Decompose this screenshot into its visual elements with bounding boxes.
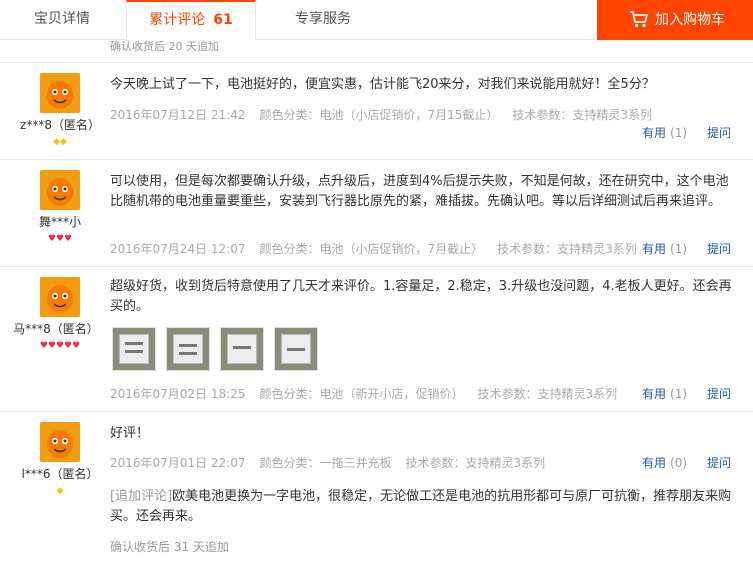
rank-badge: ◆ xyxy=(56,486,64,496)
avatar xyxy=(40,73,80,113)
avatar xyxy=(40,170,80,210)
photo-detail xyxy=(287,348,305,351)
tab-details[interactable]: 宝贝详情 xyxy=(0,0,124,40)
ask-button[interactable]: 提问 xyxy=(707,385,731,402)
username[interactable]: 马***8（匿名） xyxy=(6,320,106,337)
username[interactable]: l***6（匿名） xyxy=(10,465,110,482)
photo-content xyxy=(119,334,149,364)
tab-services-label: 专享服务 xyxy=(295,11,351,27)
review-tech: 技术参数：支持精灵3系列 xyxy=(405,456,546,470)
useful-label: 有用 xyxy=(642,456,667,470)
review-color: 颜色分类：电池（小店促销价，7月截止） xyxy=(259,242,484,256)
photo-detail xyxy=(233,346,251,349)
useful-count: (1) xyxy=(670,126,688,140)
ask-button[interactable]: 提问 xyxy=(707,124,731,141)
avatar xyxy=(40,422,80,462)
avatar-icon xyxy=(40,422,80,462)
tab-bar: 宝贝详情 累计评论 61 专享服务 加入购物车 xyxy=(0,0,753,41)
avatar xyxy=(40,277,80,317)
review-photo[interactable] xyxy=(112,327,156,371)
useful-count: (0) xyxy=(670,456,688,470)
photo-detail xyxy=(125,350,143,353)
previous-append-meta: 确认收货后 20 天追加 xyxy=(110,40,219,53)
useful-button[interactable]: 有用 (1) xyxy=(642,385,687,402)
username[interactable]: 舞***小 xyxy=(10,213,110,230)
useful-button[interactable]: 有用 (1) xyxy=(642,124,687,141)
review-item: 马***8（匿名） ♥♥♥♥♥ 超级好货，收到货后特意使用了几天才来评价。1.容… xyxy=(0,267,753,411)
tab-details-label: 宝贝详情 xyxy=(34,11,90,27)
append-tag: [追加评论] xyxy=(110,489,173,504)
photo-detail xyxy=(125,342,143,345)
photo-content xyxy=(227,334,257,364)
useful-button[interactable]: 有用 (0) xyxy=(642,454,687,471)
review-photo[interactable] xyxy=(166,327,210,371)
review-date: 2016年07月02日 18:25 xyxy=(110,387,246,401)
username[interactable]: z***8（匿名） xyxy=(10,116,110,133)
append-meta: 确认收货后 31 天追加 xyxy=(110,540,229,554)
review-text: 可以使用，但是每次都要确认升级，点升级后，进度到4%后提示失败，不知是何故，还在… xyxy=(110,174,729,209)
review-text: 好评！ xyxy=(110,426,150,441)
tab-services[interactable]: 专享服务 xyxy=(258,0,388,40)
avatar-icon xyxy=(40,277,80,317)
rank-badge: ♥♥♥♥♥ xyxy=(39,341,81,351)
review-date: 2016年07月24日 12:07 xyxy=(110,242,246,256)
review-tech: 技术参数：支持精灵3系列 xyxy=(512,108,653,122)
photo-content xyxy=(173,334,203,364)
ask-button[interactable]: 提问 xyxy=(707,240,731,257)
tab-reviews[interactable]: 累计评论 61 xyxy=(126,0,256,41)
cart-icon xyxy=(630,11,649,28)
review-text: 今天晚上试了一下，电池挺好的，便宜实惠，估计能飞20来分，对我们来说能用就好！全… xyxy=(110,77,655,92)
review-color: 颜色分类：一拖三并充板 xyxy=(259,456,392,470)
review-item: z***8（匿名） ◆◆ 今天晚上试了一下，电池挺好的，便宜实惠，估计能飞20来… xyxy=(0,63,753,159)
review-date: 2016年07月01日 22:07 xyxy=(110,456,246,470)
review-photo[interactable] xyxy=(220,327,264,371)
review-text: 超级好货，收到货后特意使用了几天才来评价。1.容量足，2.稳定，3.升级也没问题… xyxy=(110,279,732,314)
avatar-icon xyxy=(40,73,80,113)
review-item: l***6（匿名） ◆ 好评！ 2016年07月01日 22:07 颜色分类：一拖… xyxy=(0,412,753,563)
tab-reviews-label: 累计评论 xyxy=(149,12,206,28)
add-to-cart-button[interactable]: 加入购物车 xyxy=(597,0,753,40)
useful-button[interactable]: 有用 (1) xyxy=(642,240,687,257)
review-info: 2016年07月02日 18:25 颜色分类：电池（新开小店，促销价） 技术参数：支… xyxy=(110,385,631,402)
review-info: 2016年07月01日 22:07 颜色分类：一拖三并充板 技术参数：支持精灵3系列 xyxy=(110,454,559,471)
useful-count: (1) xyxy=(670,242,688,256)
review-color: 颜色分类：电池（小店促销价，7月15截止） xyxy=(259,108,499,122)
append-review: [追加评论]欧美电池更换为一字电池，很稳定，无论做工还是电池的抗用形都可与原厂可… xyxy=(110,487,740,527)
ask-button[interactable]: 提问 xyxy=(707,454,731,471)
useful-label: 有用 xyxy=(642,242,667,256)
review-count: 61 xyxy=(213,12,233,28)
review-info: 2016年07月12日 21:42 颜色分类：电池（小店促销价，7月15截止） 技术… xyxy=(110,106,666,123)
review-tech: 技术参数：支持精灵3系列 xyxy=(497,242,637,256)
photo-detail xyxy=(179,352,197,355)
review-date: 2016年07月12日 21:42 xyxy=(110,108,246,122)
useful-label: 有用 xyxy=(642,387,667,401)
photo-detail xyxy=(179,344,197,347)
review-photo[interactable] xyxy=(274,327,318,371)
avatar-icon xyxy=(40,170,80,210)
review-tech: 技术参数：支持精灵3系列 xyxy=(477,387,618,401)
useful-count: (1) xyxy=(670,387,688,401)
add-to-cart-label: 加入购物车 xyxy=(655,12,725,28)
review-color: 颜色分类：电池（新开小店，促销价） xyxy=(259,387,464,401)
rank-badge: ♥♥♥ xyxy=(47,234,73,244)
useful-label: 有用 xyxy=(642,126,667,140)
append-text: 欧美电池更换为一字电池，很稳定，无论做工还是电池的抗用形都可与原厂可抗衡，推荐朋… xyxy=(110,489,732,524)
review-info: 2016年07月24日 12:07 颜色分类：电池（小店促销价，7月截止） 技术参数… xyxy=(110,240,651,257)
rank-badge: ◆◆ xyxy=(53,137,67,147)
review-item: 舞***小 ♥♥♥ 可以使用，但是每次都要确认升级，点升级后，进度到4%后提示失… xyxy=(0,160,753,266)
